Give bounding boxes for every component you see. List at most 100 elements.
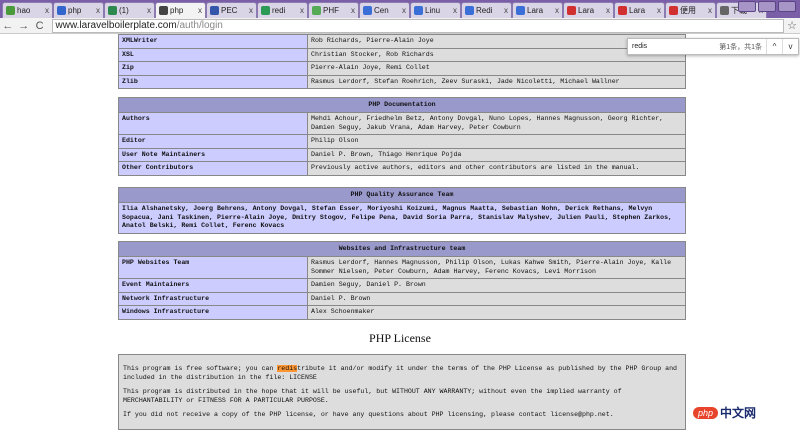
table-row: PHP Websites Team Rasmus Lerdorf, Hannes … [118,256,686,279]
tab[interactable]: (1) x [104,2,155,18]
close-tab-icon[interactable]: x [300,6,304,15]
tab[interactable]: Lara x [512,2,563,18]
tab[interactable]: 便用 x [665,2,716,18]
row-label: Network Infrastructure [118,291,308,306]
close-tab-icon[interactable]: x [402,6,406,15]
section-title: Websites and Infrastructure team [118,241,686,257]
find-prev-button[interactable]: ^ [766,39,782,54]
tab-label: Redi [476,6,493,15]
close-tab-icon[interactable]: x [96,6,100,15]
tab[interactable]: Lara x [563,2,614,18]
tab-label: PHF [323,6,339,15]
tab[interactable]: Lara x [614,2,665,18]
close-tab-icon[interactable]: x [351,6,355,15]
favicon-icon [618,6,627,15]
close-tab-icon[interactable]: x [708,6,712,15]
tab-label: hao [17,6,31,15]
tab-strip: hao x php x (1) x php x PEC x redi x PHF x Cen x Linu x Re… [0,0,800,18]
license-paragraph: This program is distributed in the hope … [123,388,622,404]
section-title: PHP Documentation [118,97,686,113]
favicon-icon [363,6,372,15]
tab-label: PEC [221,6,238,15]
row-label: XMLWriter [118,34,308,49]
close-tab-icon[interactable]: x [249,6,253,15]
row-label: PHP Websites Team [118,256,308,279]
license-heading: PHP License [369,331,431,345]
table-row: Network Infrastructure Daniel P. Brown [118,291,686,306]
close-tab-icon[interactable]: x [504,6,508,15]
forward-icon[interactable]: → [16,20,32,32]
user-button[interactable] [738,1,756,12]
favicon-icon [669,6,678,15]
table-row: Windows Infrastructure Alex Schoenmaker [118,305,686,320]
page-content: XMLWriter Rob Richards, Pierre-Alain Joye… [0,34,800,435]
text: This program is free software; you can [123,365,278,372]
license-box: This program is free software; you can r… [118,354,686,430]
tab[interactable]: Redi x [461,2,512,18]
favicon-icon [261,6,270,15]
minimize-button[interactable] [758,1,776,12]
table-row: XSL Christian Stocker, Rob Richards [118,47,686,62]
tab-label: Lara [527,6,544,15]
row-value: Previously active authors, editors and o… [307,161,686,176]
table-row: Other Contributors Previously active auth… [118,161,686,176]
row-value: Rasmus Lerdorf, Stefan Roehrich, Zeev Su… [307,74,686,89]
tab[interactable]: hao x [2,2,53,18]
tab[interactable]: PHF x [308,2,359,18]
favicon-icon [57,6,66,15]
table-row: Editor Philip Olson [118,134,686,149]
row-value: Damien Seguy, Daniel P. Brown [307,278,686,293]
tab-label: Linu [425,6,441,15]
tab[interactable]: php x [53,2,104,18]
qa-table: PHP Quality Assurance Team Ilia Alshanets… [118,187,686,234]
url-path: /auth/login [176,20,223,31]
back-icon[interactable]: ← [0,20,16,32]
close-tab-icon[interactable]: x [555,6,559,15]
row-label: Event Maintainers [118,278,308,293]
row-value: Mehdi Achour, Friedhelm Betz, Antony Dov… [307,112,686,135]
watermark-text: 中文网 [720,406,757,420]
row-label: Editor [118,134,308,149]
find-next-button[interactable]: v [782,39,798,54]
close-tab-icon[interactable]: x [657,6,661,15]
tab[interactable]: PEC x [206,2,257,18]
close-tab-icon[interactable]: x [453,6,457,15]
table-row: Zip Pierre-Alain Joye, Remi Collet [118,61,686,76]
favicon-icon [414,6,423,15]
documentation-table: PHP Documentation Authors Mehdi Achour, Fr… [118,97,686,176]
tab-label: Lara [578,6,595,15]
address-bar[interactable]: www.laravelboilerplate.com/auth/login [51,18,785,33]
tab[interactable]: php x [155,2,206,18]
favicon-icon [159,6,168,15]
favicon-icon [210,6,219,15]
find-input[interactable]: redis [628,43,719,50]
favicon-icon [108,6,117,15]
row-value: Pierre-Alain Joye, Remi Collet [307,61,686,76]
favicon-icon [516,6,525,15]
qa-members: Ilia Alshanetsky, Joerg Behrens, Antony … [118,202,686,234]
maximize-button[interactable] [778,1,796,12]
credits-table-top: XMLWriter Rob Richards, Pierre-Alain Joye… [118,34,686,89]
favicon-icon [720,6,729,15]
find-highlight: redis [277,365,298,372]
tab-label: php [170,6,184,15]
row-label: XSL [118,47,308,62]
close-tab-icon[interactable]: x [606,6,610,15]
tab-label: (1) [119,6,129,15]
close-tab-icon[interactable]: x [198,6,202,15]
tab-label: Lara [629,6,646,15]
section-title: PHP Quality Assurance Team [118,187,686,203]
tab[interactable]: Linu x [410,2,461,18]
find-count: 第1条，共1条 [719,43,762,51]
row-value: Daniel P. Brown [307,291,686,306]
watermark-badge: php [693,406,719,419]
tab[interactable]: redi x [257,2,308,18]
close-tab-icon[interactable]: x [147,6,151,15]
reload-icon[interactable]: C [32,20,48,32]
table-row: XMLWriter Rob Richards, Pierre-Alain Joye [118,34,686,49]
bookmark-star-icon[interactable]: ☆ [784,19,800,32]
close-tab-icon[interactable]: x [45,6,49,15]
favicon-icon [312,6,321,15]
table-row: Authors Mehdi Achour, Friedhelm Betz, Ant… [118,112,686,135]
tab[interactable]: Cen x [359,2,410,18]
